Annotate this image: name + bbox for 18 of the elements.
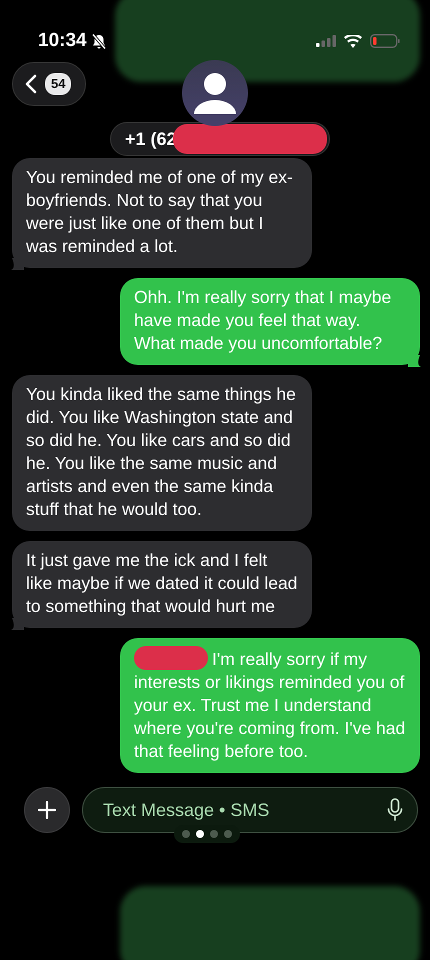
battery-icon [370, 34, 400, 48]
signal-icon [316, 35, 336, 47]
message-text: You reminded me of one of my ex-boyfriends. Not to say that you were just like one of them but I was reminded a lot. [26, 167, 293, 256]
message-text: It just gave me the ick and I felt like maybe if we dated it could lead to something that would hurt me [26, 550, 298, 616]
microphone-icon [387, 798, 403, 822]
plus-icon [38, 801, 56, 819]
add-button[interactable] [24, 787, 70, 833]
message-input[interactable]: Text Message • SMS [101, 796, 387, 824]
message-field[interactable]: Text Message • SMS [82, 787, 418, 833]
message-text: I'm really sorry if my interests or likings reminded you of your ex. Trust me I understand where you're coming from. I've had that feeling before too. [134, 649, 406, 761]
chevron-left-icon [25, 74, 37, 94]
message-text: You kinda liked the same things he did. You like Washington state and so did he. You like cars and so did he. You like the same music and artists and even the same kinda stuff that he would too. [26, 384, 296, 519]
status-time: 10:34 [38, 28, 87, 53]
back-button[interactable]: 54 [12, 62, 86, 106]
message-text: Ohh. I'm really sorry that I maybe have made you feel that way. What made you uncomfortable? [134, 287, 392, 353]
bell-slash-icon [90, 32, 107, 50]
unread-count: 54 [45, 73, 72, 95]
wifi-icon [344, 34, 362, 48]
